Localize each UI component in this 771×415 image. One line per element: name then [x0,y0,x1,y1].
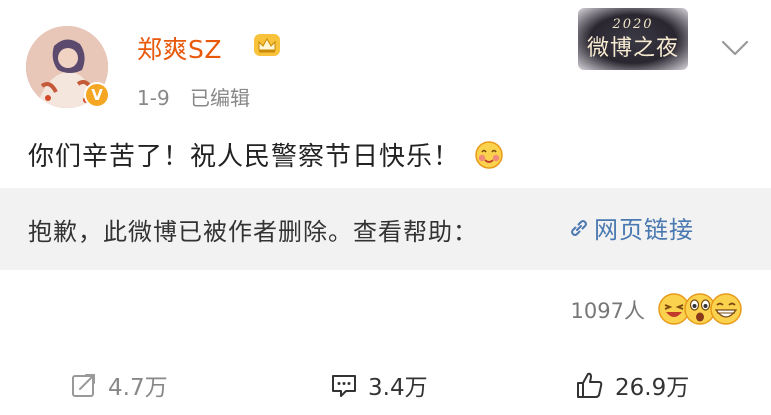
chevron-down-icon[interactable] [720,38,750,58]
repost-button[interactable]: 4.7万 [70,368,168,402]
reaction-count[interactable]: 1097人 [571,295,645,325]
link-icon [571,219,587,236]
reaction-faces[interactable] [657,292,745,328]
event-logo-name: 微博之夜 [586,35,679,61]
share-icon [72,374,95,397]
comment-icon [332,375,356,397]
verified-badge-icon: V [84,82,110,108]
webpage-link[interactable]: 网页链接 [568,210,694,245]
edited-label[interactable]: 已编辑 [190,86,250,110]
post-text: 你们辛苦了！祝人民警察节日快乐！ [28,136,504,173]
grinning-face-icon [710,293,742,325]
like-button[interactable]: 26.9万 [575,368,689,402]
comment-button[interactable]: 3.4万 [330,368,428,402]
notice-text: 抱歉，此微博已被作者删除。查看帮助： [28,218,478,246]
crown-icon[interactable] [253,33,281,57]
post-text-content: 你们辛苦了！祝人民警察节日快乐！ [28,142,461,172]
like-count: 26.9万 [615,375,690,401]
avatar[interactable]: V [26,26,110,108]
thumbs-up-icon [577,372,603,398]
post-meta: 1-9 已编辑 [137,82,250,111]
post-header: V 郑爽SZ 1-9 已编辑 2020 微博之夜 [0,0,771,120]
post-date: 1-9 [137,86,170,110]
event-logo[interactable]: 2020 微博之夜 [578,8,688,70]
deleted-post-notice: 抱歉，此微博已被作者删除。查看帮助： 网页链接 [0,188,771,270]
blush-face-icon [475,140,503,169]
comment-count: 3.4万 [368,375,428,401]
webpage-link-label[interactable]: 网页链接 [594,210,694,245]
username[interactable]: 郑爽SZ [137,30,222,66]
repost-count: 4.7万 [108,375,168,401]
action-bar: 4.7万 3.4万 26.9万 [0,352,771,415]
reactions[interactable]: 1097人 [571,292,745,328]
